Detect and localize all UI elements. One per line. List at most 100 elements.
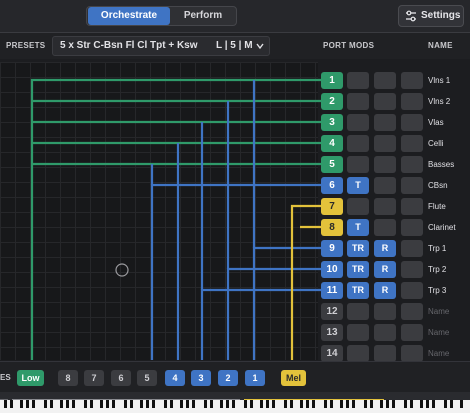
mod-slot[interactable] [374, 114, 396, 131]
port-button[interactable]: 8 [321, 219, 343, 236]
chip-low[interactable]: Low [17, 370, 44, 386]
port-button[interactable]: 4 [321, 135, 343, 152]
mod-slot[interactable] [347, 135, 369, 152]
track-name: CBsn [428, 181, 448, 190]
mod-slot[interactable] [374, 198, 396, 215]
port-row: 7 Flute [321, 198, 470, 215]
mod-slot[interactable] [401, 156, 423, 173]
mod-slot[interactable] [401, 324, 423, 341]
port-row: 4 Celli [321, 135, 470, 152]
mod-button[interactable]: R [374, 261, 396, 278]
port-button[interactable]: 3 [321, 114, 343, 131]
track-name: Name [428, 307, 450, 316]
track-name: Celli [428, 139, 444, 148]
mod-slot[interactable] [374, 345, 396, 362]
mod-slot[interactable] [374, 324, 396, 341]
track-name: Basses [428, 160, 455, 169]
port-button[interactable]: 13 [321, 324, 343, 341]
track-name: Vlas [428, 118, 444, 127]
mod-slot[interactable] [347, 93, 369, 110]
track-name: Flute [428, 202, 446, 211]
mod-slot[interactable] [347, 114, 369, 131]
chip-4[interactable]: 4 [165, 370, 185, 386]
port-row: 9 TR R Trp 1 [321, 240, 470, 257]
wire-port-10 [226, 267, 321, 360]
mod-slot[interactable] [401, 135, 423, 152]
mod-button[interactable]: TR [347, 261, 369, 278]
port-row: 14 Name [321, 345, 470, 362]
port-button[interactable]: 1 [321, 72, 343, 89]
chip-1[interactable]: 1 [245, 370, 265, 386]
mod-slot[interactable] [374, 135, 396, 152]
chip-5[interactable]: 5 [137, 370, 157, 386]
track-name: Trp 1 [428, 244, 447, 253]
range-strip[interactable] [0, 392, 470, 403]
port-button[interactable]: 11 [321, 282, 343, 299]
track-name: Trp 3 [428, 286, 447, 295]
mod-slot[interactable] [401, 345, 423, 362]
port-button[interactable]: 10 [321, 261, 343, 278]
mod-slot[interactable] [374, 156, 396, 173]
mod-button[interactable]: R [374, 240, 396, 257]
mod-slot[interactable] [347, 303, 369, 320]
mod-slot[interactable] [401, 240, 423, 257]
mod-button[interactable]: R [374, 282, 396, 299]
wire-port-9 [252, 246, 321, 360]
mod-slot[interactable] [347, 156, 369, 173]
port-button[interactable]: 7 [321, 198, 343, 215]
mod-slot[interactable] [401, 177, 423, 194]
mod-slot[interactable] [374, 72, 396, 89]
track-name: Vlns 1 [428, 76, 451, 85]
port-row: 5 Basses [321, 156, 470, 173]
port-button[interactable]: 5 [321, 156, 343, 173]
chip-3[interactable]: 3 [191, 370, 211, 386]
port-row: 13 Name [321, 324, 470, 341]
track-name: Name [428, 328, 450, 337]
port-row: 3 Vlas [321, 114, 470, 131]
port-button[interactable]: 2 [321, 93, 343, 110]
track-name: Clarinet [428, 223, 456, 232]
mod-slot[interactable] [401, 93, 423, 110]
layer-bar-label: ES [0, 373, 11, 382]
mod-slot[interactable] [401, 261, 423, 278]
chip-mel[interactable]: Mel [281, 370, 306, 386]
track-name: Trp 2 [428, 265, 447, 274]
piano-keyboard[interactable] [0, 400, 470, 413]
chip-7[interactable]: 7 [84, 370, 104, 386]
chip-2[interactable]: 2 [218, 370, 238, 386]
mod-button[interactable]: TR [347, 240, 369, 257]
mod-button[interactable]: T [347, 177, 369, 194]
port-row: 8 T Clarinet [321, 219, 470, 236]
mod-slot[interactable] [347, 345, 369, 362]
port-button[interactable]: 12 [321, 303, 343, 320]
port-row: 1 Vlns 1 [321, 72, 470, 89]
port-row: 10 TR R Trp 2 [321, 261, 470, 278]
mod-slot[interactable] [374, 219, 396, 236]
wire-port-7 [290, 204, 321, 360]
mod-slot[interactable] [374, 303, 396, 320]
mod-slot[interactable] [401, 282, 423, 299]
mod-button[interactable]: T [347, 219, 369, 236]
mod-slot[interactable] [401, 303, 423, 320]
port-row: 11 TR R Trp 3 [321, 282, 470, 299]
mod-slot[interactable] [374, 177, 396, 194]
mod-slot[interactable] [374, 93, 396, 110]
mod-button[interactable]: TR [347, 282, 369, 299]
port-row: 6 T CBsn [321, 177, 470, 194]
port-button[interactable]: 14 [321, 345, 343, 362]
mod-slot[interactable] [401, 198, 423, 215]
mod-slot[interactable] [347, 72, 369, 89]
mod-slot[interactable] [401, 114, 423, 131]
mod-slot[interactable] [347, 198, 369, 215]
port-button[interactable]: 9 [321, 240, 343, 257]
chip-8[interactable]: 8 [58, 370, 78, 386]
port-button[interactable]: 6 [321, 177, 343, 194]
mod-slot[interactable] [401, 219, 423, 236]
mod-slot[interactable] [347, 324, 369, 341]
chip-6[interactable]: 6 [111, 370, 131, 386]
port-row: 2 Vlns 2 [321, 93, 470, 110]
track-name: Vlns 2 [428, 97, 451, 106]
mod-slot[interactable] [401, 72, 423, 89]
layer-bar: ES Low 8 7 6 5 4 3 2 1 Mel [0, 361, 470, 392]
cursor-indicator [115, 263, 129, 277]
